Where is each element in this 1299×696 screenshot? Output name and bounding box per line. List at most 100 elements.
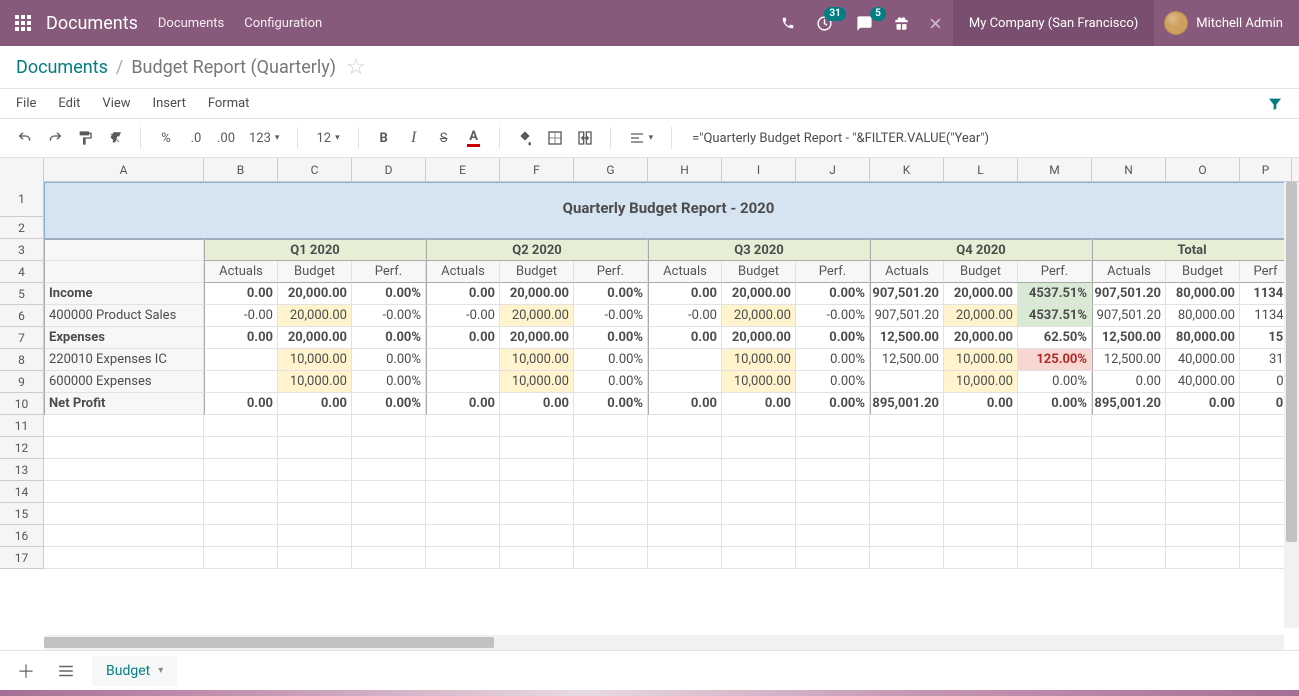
cell[interactable] [44,547,204,569]
cell[interactable] [278,459,352,481]
col-header[interactable]: F [500,158,574,182]
cell[interactable] [722,481,796,503]
cell[interactable]: 10,000.00 [722,349,796,371]
cell[interactable]: 10,000.00 [500,371,574,393]
cell[interactable] [944,437,1018,459]
select-all-corner[interactable] [0,158,44,182]
row-header[interactable]: 16 [0,525,44,547]
cell[interactable]: 20,000.00 [722,283,796,305]
cell[interactable]: Q1 2020 [204,239,426,261]
cell[interactable]: 12,500.00 [870,327,944,349]
cell[interactable]: 4537.51% [1018,305,1092,327]
col-header[interactable]: D [352,158,426,182]
cell[interactable]: 10,000.00 [944,349,1018,371]
row-header[interactable]: 8 [0,349,44,371]
cell[interactable]: 895,001.20 [1092,393,1166,415]
vertical-scrollbar[interactable] [1284,182,1299,628]
cell[interactable] [500,547,574,569]
cell[interactable]: 20,000.00 [722,305,796,327]
cell[interactable] [426,415,500,437]
number-format-menu[interactable]: 123▾ [243,124,285,152]
cell[interactable]: 0.00 [944,393,1018,415]
cell[interactable]: 0.00% [796,327,870,349]
cell[interactable] [1018,481,1092,503]
cell[interactable]: 0.00% [574,283,648,305]
filter-icon[interactable] [1267,96,1283,112]
row-header[interactable]: 5 [0,283,44,305]
cell[interactable]: 0.00 [1092,371,1166,393]
cell[interactable] [1092,547,1166,569]
cell[interactable]: 0.00 [426,393,500,415]
fillcolor-button[interactable] [512,124,538,152]
cell[interactable] [1092,459,1166,481]
cell[interactable] [1018,437,1092,459]
cell[interactable]: 0.00% [574,349,648,371]
gift-icon[interactable] [885,0,919,46]
sheet-tab-budget[interactable]: Budget ▾ [92,656,177,686]
menu-insert[interactable]: Insert [153,96,186,111]
col-header[interactable]: O [1166,158,1240,182]
cell[interactable] [870,525,944,547]
cell[interactable]: 20,000.00 [944,327,1018,349]
close-icon[interactable] [919,0,953,46]
cell[interactable]: 125.00% [1018,349,1092,371]
horizontal-scrollbar[interactable] [44,635,1284,650]
menu-view[interactable]: View [102,96,130,111]
cell[interactable]: 10,000.00 [278,349,352,371]
favorite-star-icon[interactable]: ☆ [346,55,366,80]
cell[interactable]: Perf. [796,261,870,283]
col-header[interactable]: K [870,158,944,182]
row-header[interactable]: 7 [0,327,44,349]
cell[interactable]: 0.00% [574,393,648,415]
col-header[interactable]: G [574,158,648,182]
menu-file[interactable]: File [16,96,36,111]
col-header[interactable]: L [944,158,1018,182]
cell[interactable] [204,503,278,525]
cell[interactable] [944,503,1018,525]
undo-button[interactable] [12,124,38,152]
cell[interactable] [648,481,722,503]
cell[interactable] [870,371,944,393]
cell[interactable]: Budget [722,261,796,283]
cell[interactable] [204,349,278,371]
cell[interactable] [352,481,426,503]
all-sheets-button[interactable] [52,657,80,685]
cell[interactable] [944,459,1018,481]
cell[interactable]: 40,000.00 [1166,349,1240,371]
cell[interactable]: Perf. [1018,261,1092,283]
company-selector[interactable]: My Company (San Francisco) [953,0,1154,46]
redo-button[interactable] [42,124,68,152]
row-header[interactable]: 6 [0,305,44,327]
menu-format[interactable]: Format [208,96,250,111]
cell[interactable]: 907,501.20 [1092,305,1166,327]
cell[interactable]: 0.00 [278,393,352,415]
cell[interactable] [574,547,648,569]
col-header[interactable]: B [204,158,278,182]
cell[interactable] [574,481,648,503]
cell[interactable] [352,503,426,525]
cell[interactable] [44,415,204,437]
row-header[interactable]: 4 [0,261,44,283]
cell[interactable] [1018,525,1092,547]
cell[interactable]: -0.00 [204,305,278,327]
cell[interactable] [44,239,204,261]
row-header[interactable]: 11 [0,415,44,437]
cell[interactable] [574,459,648,481]
cell[interactable]: 10,000.00 [944,371,1018,393]
row-header[interactable]: 1 [0,182,44,217]
cell[interactable]: Actuals [204,261,278,283]
cell[interactable] [1018,459,1092,481]
cell[interactable] [1092,437,1166,459]
cell[interactable]: 20,000.00 [500,327,574,349]
cell[interactable]: Q4 2020 [870,239,1092,261]
cell[interactable] [500,525,574,547]
cell[interactable] [648,503,722,525]
cell[interactable]: Budget [944,261,1018,283]
row-header[interactable]: 13 [0,459,44,481]
col-header[interactable]: J [796,158,870,182]
cell[interactable] [278,415,352,437]
cell[interactable]: Budget [500,261,574,283]
cell[interactable]: 0.00% [1018,393,1092,415]
cell[interactable] [426,437,500,459]
row-header[interactable]: 14 [0,481,44,503]
